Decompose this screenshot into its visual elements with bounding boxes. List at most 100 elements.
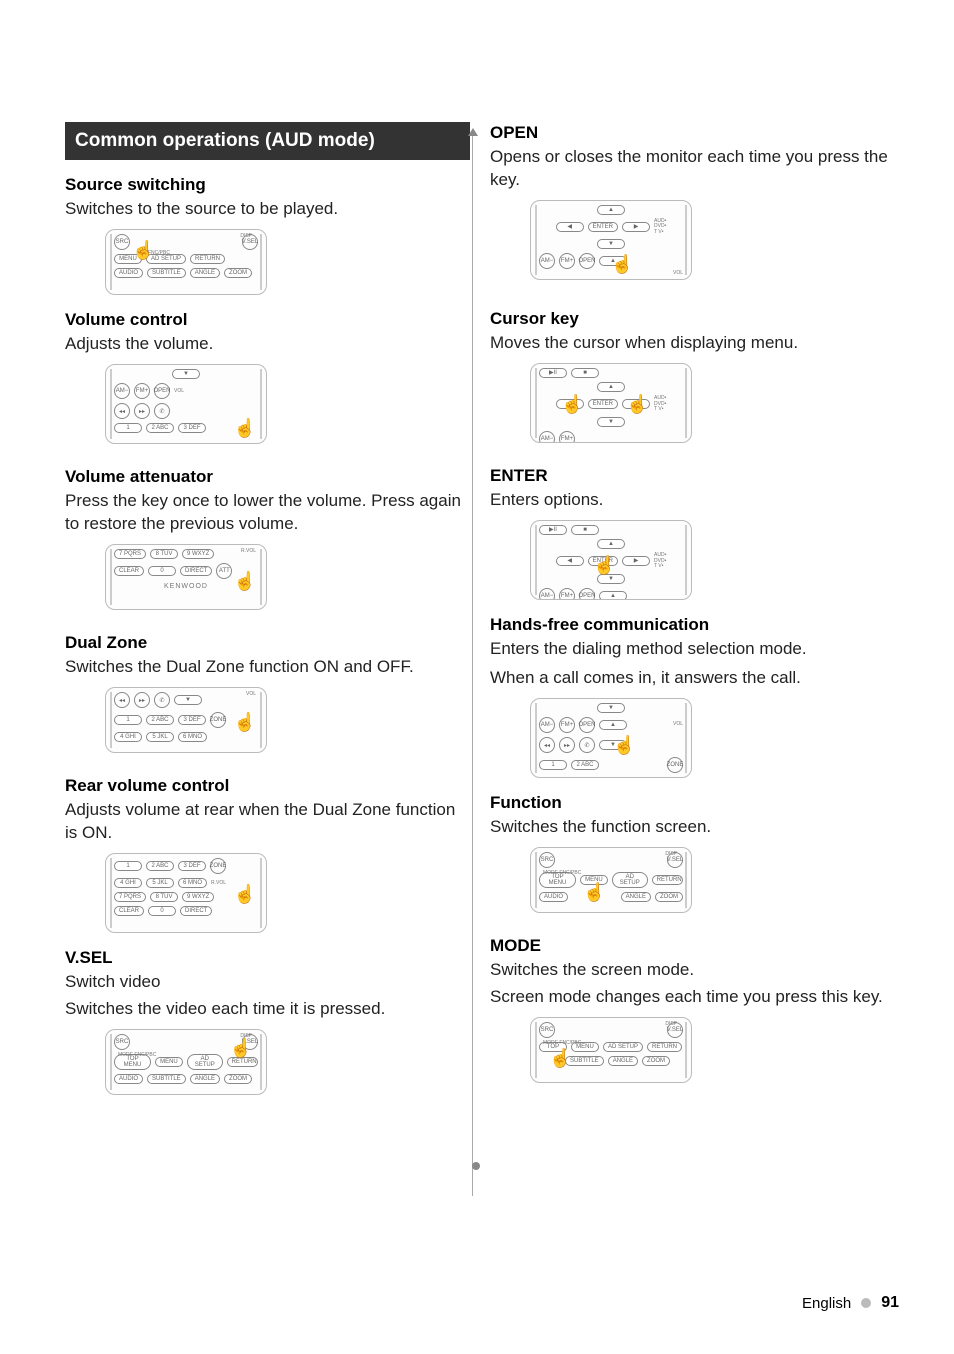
key-3-icon: 3 DEF [178, 423, 206, 433]
hand-icon: ☝ [561, 394, 583, 415]
key-5-icon: 5 JKL [146, 878, 174, 888]
playpause-button-icon: ▶II [539, 525, 567, 535]
am-button-icon: AM− [539, 588, 555, 601]
playpause-button-icon: ▶II [539, 368, 567, 378]
prev-button-icon: ◂◂ [114, 403, 130, 419]
zone-button-icon: ZONE [667, 757, 683, 773]
zoom-button-icon: ZOOM [224, 1074, 252, 1084]
footer-page-number: 91 [881, 1294, 899, 1312]
hand-icon: ☝ [611, 254, 633, 275]
heading-vsel: V.SEL [65, 947, 470, 969]
label-vol: VOL [673, 270, 683, 276]
text-mode-1: Switches the screen mode. [490, 959, 895, 982]
label-modes: AUD•DVD•T V• [654, 553, 666, 570]
nav-up-icon: ▲ [597, 205, 625, 215]
key-6-icon: 6 MNO [178, 732, 207, 742]
label-rvol: R.VOL [241, 548, 256, 554]
figure-cursor: ▶II■ ▲ ◀ENTER▶ AUD•DVD•T V• ▼ AM−FM+ ☝ ☝ [530, 363, 692, 443]
enter-button-icon: ENTER [588, 222, 618, 232]
next-button-icon: ▸▸ [559, 737, 575, 753]
am-button-icon: AM− [114, 383, 130, 399]
direct-button-icon: DIRECT [180, 566, 212, 576]
nav-right-icon: ▶ [622, 556, 650, 566]
phone-button-icon: ✆ [154, 692, 170, 708]
am-button-icon: AM− [539, 253, 555, 269]
nav-down-icon: ▼ [597, 417, 625, 427]
key-1-icon: 1 [114, 861, 142, 871]
nav-up-icon: ▲ [599, 720, 627, 730]
label-disp: DISP [665, 851, 677, 857]
next-button-icon: ▸▸ [134, 692, 150, 708]
fm-button-icon: FM+ [134, 383, 150, 399]
clear-button-icon: CLEAR [114, 566, 144, 576]
section-title: Common operations (AUD mode) [65, 122, 470, 160]
key-9-icon: 9 WXYZ [182, 549, 214, 559]
open-button-icon: OPEN [579, 717, 595, 733]
key-8-icon: 8 TUV [150, 549, 178, 559]
heading-volume-control: Volume control [65, 309, 470, 331]
heading-mode: MODE [490, 935, 895, 957]
divider-line [472, 136, 473, 1196]
key-3-icon: 3 DEF [178, 861, 206, 871]
key-4-icon: 4 GHI [114, 732, 142, 742]
next-button-icon: ▸▸ [134, 403, 150, 419]
label-modes: AUD•DVD•T V• [654, 219, 666, 236]
key-3-icon: 3 DEF [178, 715, 206, 725]
label-mode-fnc: MODE FNC/PBC [543, 870, 581, 876]
text-vsel-1: Switch video [65, 971, 470, 994]
nav-down-icon: ▼ [597, 703, 625, 713]
phone-button-icon: ✆ [579, 737, 595, 753]
divider-end-dot-icon [472, 1162, 480, 1170]
key-1-icon: 1 [539, 760, 567, 770]
hand-icon: ☝ [234, 884, 256, 905]
adsetup-button-icon: AD SETUP [603, 1042, 643, 1052]
label-vol: VOL [673, 721, 683, 727]
heading-hands-free: Hands-free communication [490, 614, 895, 636]
key-1-icon: 1 [114, 715, 142, 725]
hand-icon: ☝ [613, 735, 635, 756]
label-vol: VOL [246, 691, 256, 697]
text-volume-control: Adjusts the volume. [65, 333, 470, 356]
text-mode-2: Screen mode changes each time you press … [490, 986, 895, 1009]
key-7-icon: 7 PQRS [114, 549, 146, 559]
hand-icon: ☝ [234, 418, 256, 439]
angle-button-icon: ANGLE [621, 892, 651, 902]
key-7-icon: 7 PQRS [114, 892, 146, 902]
fm-button-icon: FM+ [559, 717, 575, 733]
audio-button-icon: AUDIO [114, 268, 143, 278]
adsetup-button-icon: AD SETUP [612, 872, 648, 888]
text-hands-free-1: Enters the dialing method selection mode… [490, 638, 895, 661]
key-4-icon: 4 GHI [114, 878, 142, 888]
phone-button-icon: ✆ [154, 403, 170, 419]
am-button-icon: AM− [539, 717, 555, 733]
hand-icon: ☝ [626, 394, 648, 415]
figure-open: ▲ ◀ENTER▶ AUD•DVD•T V• ▼ AM−FM+OPEN▲ VOL… [530, 200, 692, 280]
hand-icon: ☝ [234, 571, 256, 592]
nav-left-icon: ◀ [556, 556, 584, 566]
triangle-up-icon [468, 128, 478, 136]
key-5-icon: 5 JKL [146, 732, 174, 742]
label-vol: VOL [174, 388, 184, 394]
key-2-icon: 2 ABC [571, 760, 599, 770]
key-0-icon: 0 [148, 906, 176, 916]
figure-rear-volume: 12 ABC3 DEFZONE 4 GHI5 JKL6 MNOR.VOL 7 P… [105, 853, 267, 933]
text-volume-attenuator: Press the key once to lower the volume. … [65, 490, 470, 536]
src-button-icon: SRC [539, 1022, 555, 1038]
angle-button-icon: ANGLE [190, 1074, 220, 1084]
subtitle-button-icon: SUBTITLE [147, 268, 186, 278]
fm-button-icon: FM+ [559, 588, 575, 601]
return-button-icon: RETURN [647, 1042, 682, 1052]
nav-up-icon: ▲ [597, 539, 625, 549]
key-1-icon: 1 [114, 423, 142, 433]
subtitle-button-icon: SUBTITLE [147, 1074, 186, 1084]
text-vsel-2: Switches the video each time it is press… [65, 998, 470, 1021]
stop-button-icon: ■ [571, 525, 599, 535]
left-column: Common operations (AUD mode) Source swit… [65, 122, 470, 1101]
text-function: Switches the function screen. [490, 816, 895, 839]
right-column: OPEN Opens or closes the monitor each ti… [490, 122, 895, 1101]
heading-function: Function [490, 792, 895, 814]
text-open: Opens or closes the monitor each time yo… [490, 146, 895, 192]
return-button-icon: RETURN [190, 254, 225, 264]
text-rear-volume: Adjusts volume at rear when the Dual Zon… [65, 799, 470, 845]
src-button-icon: SRC [114, 234, 130, 250]
